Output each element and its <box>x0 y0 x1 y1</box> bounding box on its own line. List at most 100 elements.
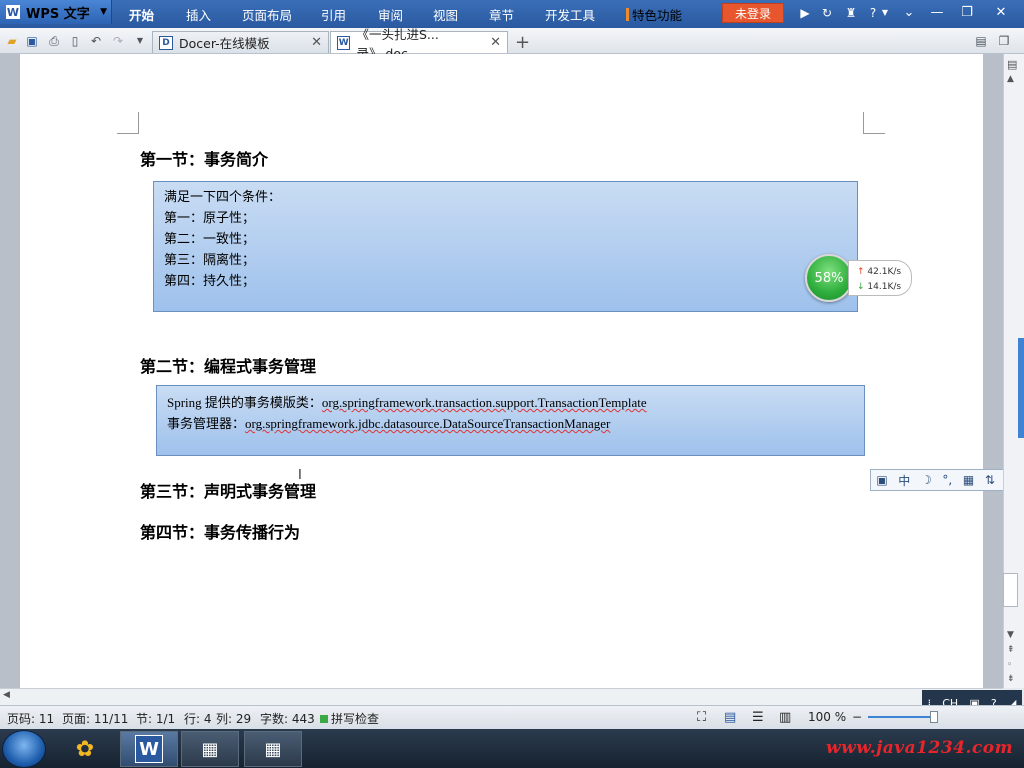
scroll-left-icon[interactable]: ◀ <box>3 690 10 700</box>
scroll-up-icon[interactable]: ▲ <box>1007 74 1014 84</box>
menu-special-features[interactable]: 特色功能 <box>626 5 682 24</box>
close-tab-icon[interactable]: ✕ <box>490 35 501 50</box>
simplified-icon[interactable]: ⇅ <box>985 473 995 487</box>
docer-icon: D <box>159 35 173 50</box>
status-row: 行: 4 <box>184 712 212 726</box>
help-dropdown-icon[interactable]: ▼ <box>878 6 892 20</box>
menu-references[interactable]: 引用 <box>321 5 346 24</box>
network-speed-ball[interactable]: 58% <box>805 254 853 302</box>
box-line: 第三：隔离性； <box>164 253 256 268</box>
prev-page-icon[interactable]: ⇞ <box>1007 645 1015 655</box>
fullscreen-icon[interactable]: ⛶ <box>697 710 706 725</box>
box-line: 第一：原子性； <box>164 211 256 226</box>
print-icon[interactable]: ⎙ <box>46 33 62 49</box>
text-box-2[interactable]: Spring 提供的事务模版类：org.springframework.tran… <box>156 385 865 456</box>
shirt-icon[interactable]: ♜ <box>844 6 858 20</box>
panel-toggle-icon[interactable]: ▤ <box>1007 58 1017 71</box>
tab-docer[interactable]: D Docer-在线模板 ✕ <box>152 31 329 53</box>
class-name: org.springframework.jdbc.datasource.Data… <box>245 416 611 431</box>
tab-document[interactable]: W 《一头扎进S...录》.doc ✕ <box>330 27 508 61</box>
spell-check-label: 拼写检查 <box>331 712 380 726</box>
upload-arrow-icon: ↑ <box>857 267 865 277</box>
section-heading-4: 第四节：事务传播行为 <box>140 523 301 542</box>
redo-icon[interactable]: ↷ <box>110 33 126 49</box>
select-browse-icon[interactable]: ◦ <box>1007 660 1012 670</box>
ime-lang-toggle[interactable]: 中 <box>898 472 910 489</box>
ime-toolbar: ▣ 中 ☽ °, ▦ ⇅ ✎ <box>870 469 1022 491</box>
upload-value: 42.1K/s <box>867 267 902 277</box>
section-heading-1: 第一节：事务简介 <box>140 150 269 169</box>
ime-logo-icon[interactable]: ▣ <box>876 473 887 487</box>
play-icon[interactable]: ▶ <box>798 6 812 20</box>
section-heading-3: 第三节：声明式事务管理 <box>140 482 317 501</box>
print-preview-icon[interactable]: ▯ <box>67 33 83 49</box>
restore-icon[interactable]: ❐ <box>956 4 978 22</box>
download-speed: ↓ 14.1K/s <box>857 280 911 295</box>
chevron-down-icon[interactable]: ⌄ <box>898 4 920 22</box>
menu-page-layout[interactable]: 页面布局 <box>242 5 292 24</box>
page-margin-corner <box>117 112 139 134</box>
refresh-icon[interactable]: ↻ <box>820 6 834 20</box>
outline-view-icon[interactable]: ☰ <box>752 710 764 725</box>
start-button[interactable] <box>2 730 46 768</box>
keyboard-icon[interactable]: ▦ <box>963 473 974 487</box>
box-line-prefix: Spring 提供的事务模版类： <box>167 395 322 410</box>
menu-home[interactable]: 开始 <box>129 5 154 24</box>
undo-icon[interactable]: ↶ <box>88 33 104 49</box>
watermark: www.java1234.com <box>826 738 1014 758</box>
special-features-label: 特色功能 <box>632 8 683 23</box>
app-task-icon[interactable]: ▦ <box>181 731 239 767</box>
status-col: 列: 29 <box>216 712 252 726</box>
scrollbar-thumb[interactable] <box>1003 573 1018 607</box>
menu-chapter[interactable]: 章节 <box>489 5 514 24</box>
scroll-down-icon[interactable]: ▼ <box>1007 630 1014 640</box>
app-name: WPS 文字 <box>26 6 90 22</box>
status-word-count: 字数: 443 <box>260 712 315 726</box>
dropdown-arrow-icon: ▼ <box>100 7 107 17</box>
wps-logo-icon: W <box>135 735 163 763</box>
quick-access-dropdown-icon[interactable]: ▼ <box>132 33 148 49</box>
zoom-slider-track[interactable] <box>868 716 934 718</box>
box-line: 事务管理器：org.springframework.jdbc.datasourc… <box>167 413 854 434</box>
photo-app-icon[interactable]: ✿ <box>56 731 114 767</box>
new-tab-icon[interactable]: + <box>515 32 530 53</box>
menu-view[interactable]: 视图 <box>433 5 458 24</box>
recorder-task-icon[interactable]: ▦ <box>244 731 302 767</box>
section-heading-2: 第二节：编程式事务管理 <box>140 357 317 376</box>
zoom-slider-thumb[interactable] <box>930 711 938 723</box>
word-doc-icon: W <box>337 35 351 50</box>
open-folder-icon[interactable]: ▰ <box>4 33 20 49</box>
save-icon[interactable]: ▣ <box>24 33 40 49</box>
page-view-icon[interactable]: ▤ <box>724 710 736 725</box>
half-width-icon[interactable]: ☽ <box>921 473 932 487</box>
menu-review[interactable]: 审阅 <box>378 5 403 24</box>
side-panel-handle[interactable] <box>1018 338 1024 438</box>
menu-insert[interactable]: 插入 <box>186 5 211 24</box>
restore-doc-icon[interactable]: ❐ <box>996 33 1012 49</box>
box-line: 满足一下四个条件： <box>164 190 282 205</box>
box-line: 第四：持久性； <box>164 274 256 289</box>
login-button[interactable]: 未登录 <box>722 3 784 23</box>
punctuation-icon[interactable]: °, <box>942 473 952 487</box>
tab-label: Docer-在线模板 <box>179 36 270 51</box>
status-pages: 页面: 11/11 <box>62 712 129 726</box>
wps-writer-task-icon[interactable]: W <box>120 731 178 767</box>
accent-bar <box>626 8 629 21</box>
text-box-1[interactable]: 满足一下四个条件： 第一：原子性； 第二：一致性； 第三：隔离性； 第四：持久性… <box>153 181 858 312</box>
menu-dev-tools[interactable]: 开发工具 <box>545 5 595 24</box>
close-icon[interactable]: ✕ <box>990 4 1012 22</box>
spell-check-toggle[interactable]: 拼写检查 <box>320 710 379 727</box>
horizontal-scrollbar[interactable] <box>0 688 1003 705</box>
page-margin-corner <box>863 112 885 134</box>
zoom-out-icon[interactable]: − <box>852 710 862 724</box>
web-view-icon[interactable]: ▥ <box>779 710 791 725</box>
close-tab-icon[interactable]: ✕ <box>311 35 322 50</box>
wps-logo-icon: W <box>6 5 20 19</box>
status-page-code: 页码: 11 <box>7 712 55 726</box>
app-menu-button[interactable]: W WPS 文字 ▼ <box>0 0 112 24</box>
download-arrow-icon: ↓ <box>857 282 865 292</box>
next-page-icon[interactable]: ⇟ <box>1007 674 1015 684</box>
spell-check-dot <box>320 714 328 723</box>
panel-icon[interactable]: ▤ <box>973 33 989 49</box>
minimize-icon[interactable]: — <box>926 4 948 22</box>
